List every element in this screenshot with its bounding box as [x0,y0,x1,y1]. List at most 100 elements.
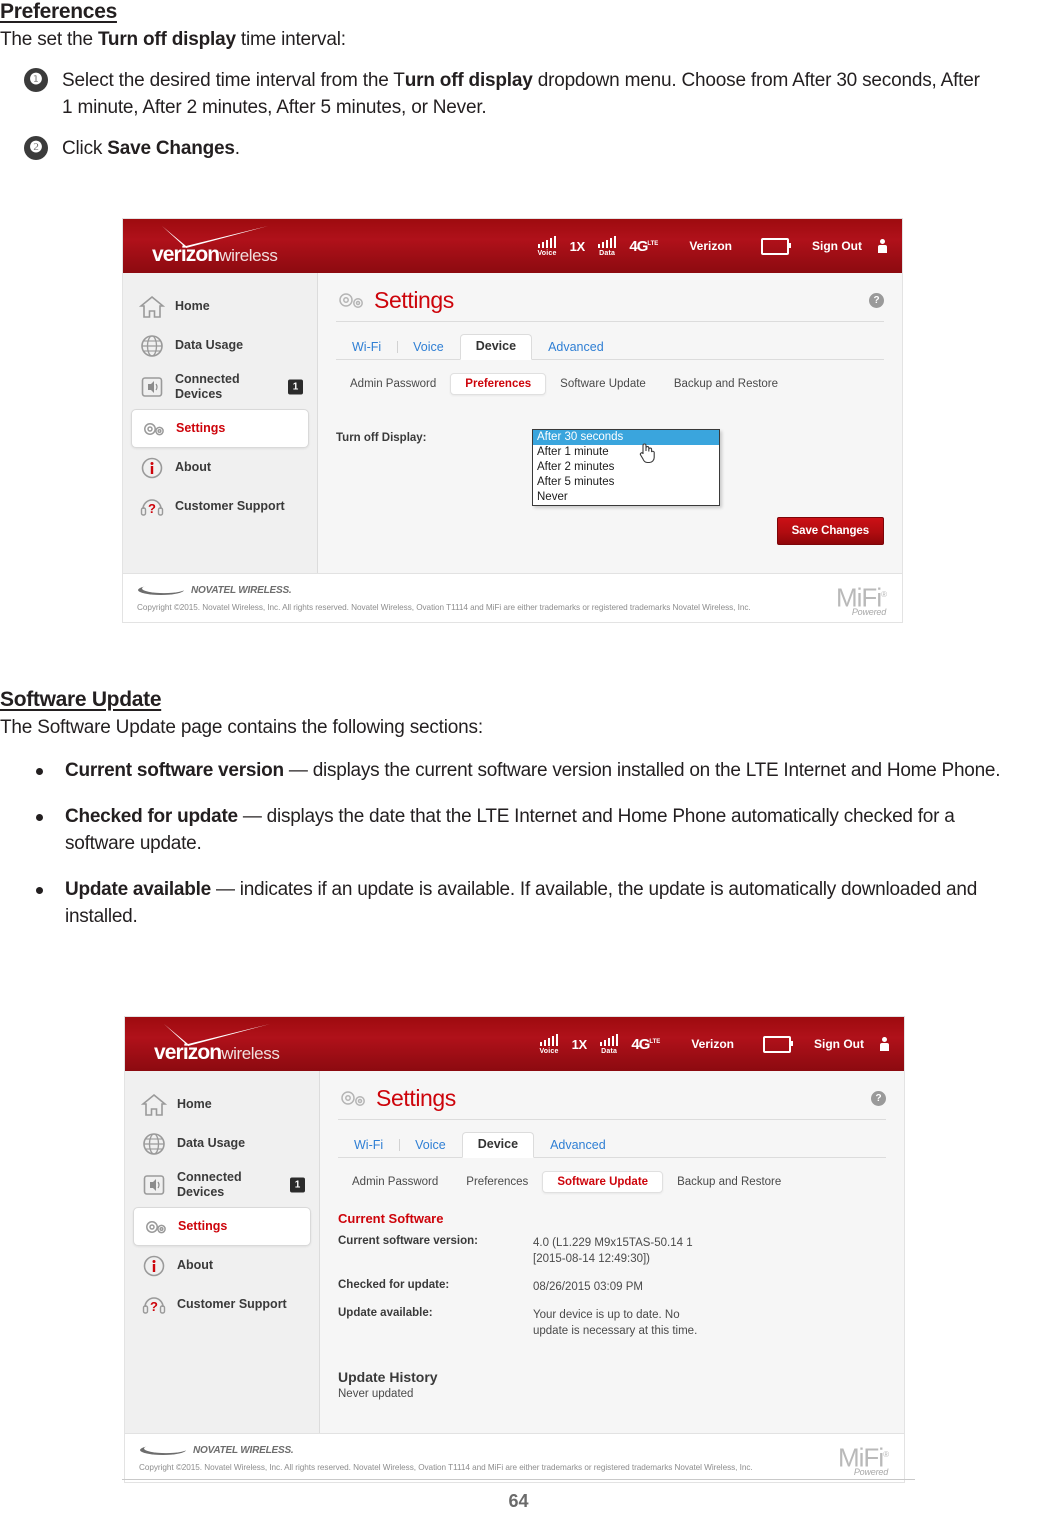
sidebar-item-settings[interactable]: Settings [133,1207,311,1246]
data-signal-indicator: Data [597,235,617,257]
connected-devices-icon [141,1172,167,1198]
carrier-name: Verizon [691,1037,734,1051]
verizon-wordmark: verizonwireless [154,1041,280,1065]
list-item: Update available — indicates if an updat… [0,876,1037,930]
dropdown-option-after-1-minute[interactable]: After 1 minute [533,445,719,460]
settings-title-row: Settings ? [336,287,884,322]
subtab-admin-password[interactable]: Admin Password [338,1172,452,1192]
turn-off-display-row: Turn off Display: After 30 seconds After… [336,429,884,506]
sidebar-item-connected-devices[interactable]: Connected Devices 1 [123,365,317,409]
intro-suffix: time interval: [235,29,346,50]
sidebar-item-connected-devices[interactable]: Connected Devices 1 [125,1163,319,1207]
globe-icon [139,333,165,359]
help-icon[interactable]: ? [871,1091,886,1106]
bullet-text: Checked for update — displays the date t… [65,803,1025,857]
turn-off-display-dropdown[interactable]: After 30 seconds After 1 minute After 2 … [532,429,720,506]
settings-title-row: Settings ? [338,1085,886,1120]
person-icon [880,1037,889,1051]
verizon-logo: verizonwireless [140,225,315,267]
net-lte-text: LTE [647,240,659,247]
tab-device[interactable]: Device [461,1132,535,1158]
tab-voice[interactable]: Voice [397,336,460,359]
verizon-logo: verizonwireless [142,1023,317,1065]
page-title: Settings [376,1085,456,1111]
home-icon [138,294,166,320]
app-body: Home Data Usage Connected Devices 1 Sett… [125,1071,904,1433]
header-status-group: Voice 1X Data 4GLTE Verizon Sign Out [539,1033,904,1055]
tab-wifi[interactable]: Wi-Fi [336,336,397,359]
bullet-text: Current software version — displays the … [65,757,1001,784]
data-signal-bars-icon [599,1033,619,1046]
tab-advanced[interactable]: Advanced [532,336,620,359]
subtab-preferences[interactable]: Preferences [452,1172,542,1192]
step-text-2: Click Save Changes. [62,135,240,162]
dropdown-option-after-5-minutes[interactable]: After 5 minutes [533,475,719,490]
dropdown-option-never[interactable]: Never [533,490,719,505]
voice-signal-bars-icon [539,1033,559,1046]
tab-device[interactable]: Device [459,334,533,360]
hand-cursor-icon [637,440,657,464]
sidebar-item-data-usage[interactable]: Data Usage [123,326,317,365]
network-4glte-label: 4GLTE [631,1036,660,1053]
software-update-intro: The Software Update page contains the fo… [0,717,483,738]
document-page: Preferences The set the Turn off display… [0,0,1037,1526]
sidebar-item-data-usage[interactable]: Data Usage [125,1124,319,1163]
software-update-bullets: Current software version — displays the … [0,757,1037,930]
sidebar-label: Data Usage [175,338,244,352]
current-software-version-label: Current software version: [338,1235,478,1247]
sidebar-item-about[interactable]: About [123,448,317,487]
bullet-term: Checked for update [65,806,238,827]
tab-wifi[interactable]: Wi-Fi [338,1134,399,1157]
network-1x-label: 1X [569,238,586,254]
novatel-logo: NOVATEL WIRELESS. [137,583,888,597]
sidebar-item-customer-support[interactable]: ? Customer Support [125,1285,319,1324]
dropdown-option-after-2-minutes[interactable]: After 2 minutes [533,460,719,475]
voice-signal-indicator: Voice [537,235,557,257]
help-icon[interactable]: ? [869,293,884,308]
connected-devices-badge: 1 [288,379,303,395]
sidebar-item-about[interactable]: About [125,1246,319,1285]
novatel-wordmark: NOVATEL WIRELESS. [191,584,292,596]
page-footer-rule [122,1479,915,1480]
screenshot-software-update-ui: verizonwireless Voice 1X Data 4GLTE Veri… [124,1016,905,1483]
sidebar-label: Home [177,1097,212,1111]
dropdown-option-after-30-seconds[interactable]: After 30 seconds [533,430,719,445]
sidebar-label: Connected Devices [177,1170,242,1199]
svg-text:?: ? [148,501,156,516]
checked-for-update-label: Checked for update: [338,1279,450,1291]
save-changes-button[interactable]: Save Changes [776,517,884,545]
sign-out-button[interactable]: Sign Out [814,1037,864,1051]
tab-advanced[interactable]: Advanced [534,1134,622,1157]
turn-off-display-label: Turn off Display: [336,432,427,444]
novatel-swoosh-icon [138,583,185,595]
sidebar-nav: Home Data Usage Connected Devices 1 Sett… [125,1071,320,1433]
mifi-logo: MiFi® Powered [838,1442,889,1477]
sign-out-button[interactable]: Sign Out [812,239,862,253]
connected-devices-icon [139,374,165,400]
subtab-backup-and-restore[interactable]: Backup and Restore [663,1172,795,1192]
settings-main-panel: Settings ? Wi-Fi Voice Device Advanced A… [320,1071,904,1433]
sidebar-item-customer-support[interactable]: ? Customer Support [123,487,317,526]
subtab-preferences[interactable]: Preferences [450,373,547,395]
mifi-logo: MiFi® Powered [836,582,887,617]
verizon-wordmark: verizonwireless [152,243,278,267]
net-lte-text: LTE [649,1038,661,1045]
page-title: Settings [374,287,454,313]
settings-tab-row: Wi-Fi Voice Device Advanced [338,1131,886,1158]
sidebar-label: Customer Support [175,499,285,513]
subtab-software-update[interactable]: Software Update [542,1171,664,1193]
sidebar-item-home[interactable]: Home [123,287,317,326]
bullet-dot-icon [36,768,43,775]
battery-icon [763,1035,793,1053]
sidebar-item-home[interactable]: Home [125,1085,319,1124]
subtab-admin-password[interactable]: Admin Password [336,374,450,394]
copyright-text: Copyright ©2015. Novatel Wireless, Inc. … [139,1463,753,1472]
tab-voice[interactable]: Voice [399,1134,462,1157]
subtab-backup-and-restore[interactable]: Backup and Restore [660,374,792,394]
subtab-software-update[interactable]: Software Update [546,374,660,394]
bullet-dot-icon [36,814,43,821]
voice-signal-bars-icon [537,235,557,248]
network-1x-label: 1X [571,1036,588,1052]
sidebar-item-settings[interactable]: Settings [131,409,309,448]
device-subtab-row: Admin Password Preferences Software Upda… [336,372,884,396]
